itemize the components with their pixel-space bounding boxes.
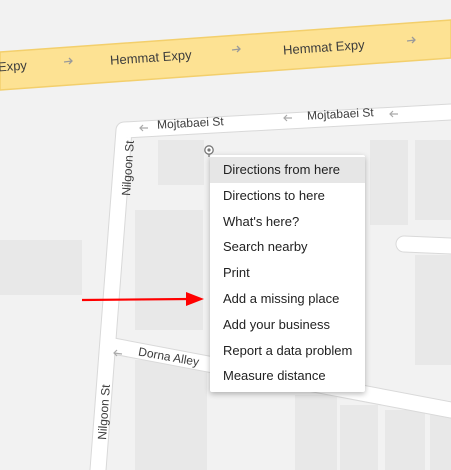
road-label-nilgoon-top: Nilgoon St: [119, 139, 137, 196]
menu-item-report-data-problem[interactable]: Report a data problem: [210, 338, 365, 364]
road-label-expressway-left: Expy: [0, 58, 28, 75]
menu-item-whats-here[interactable]: What's here?: [210, 209, 365, 235]
menu-item-search-nearby[interactable]: Search nearby: [210, 234, 365, 260]
menu-item-directions-from-here[interactable]: Directions from here: [210, 157, 365, 183]
road-label-nilgoon-bottom: Nilgoon St: [95, 383, 113, 440]
menu-item-print[interactable]: Print: [210, 260, 365, 286]
menu-item-add-your-business[interactable]: Add your business: [210, 312, 365, 338]
expressway: [0, 19, 451, 91]
context-menu: Directions from here Directions to here …: [210, 155, 365, 393]
menu-item-directions-to-here[interactable]: Directions to here: [210, 183, 365, 209]
menu-item-measure-distance[interactable]: Measure distance: [210, 363, 365, 389]
menu-item-add-missing-place[interactable]: Add a missing place: [210, 286, 365, 312]
